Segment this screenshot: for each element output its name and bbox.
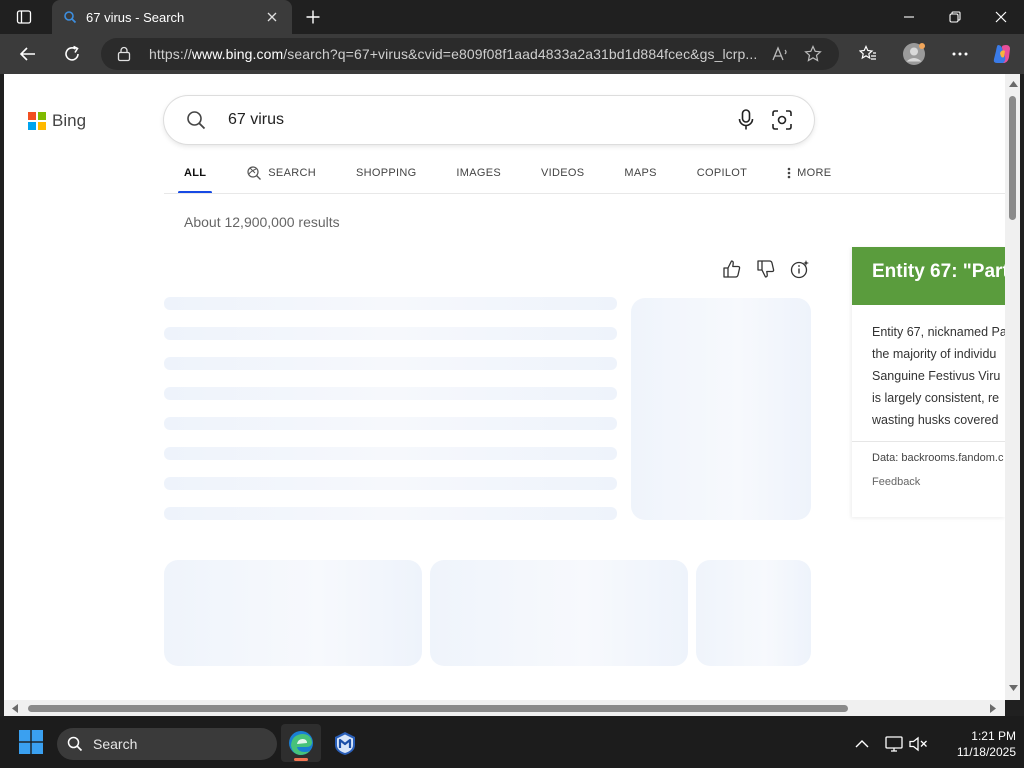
search-query-input[interactable]: 67 virus bbox=[228, 111, 728, 129]
visual-search-icon[interactable] bbox=[764, 102, 800, 138]
copilot-icon[interactable] bbox=[986, 38, 1018, 70]
tab-images[interactable]: IMAGES bbox=[436, 162, 521, 194]
skeleton-line bbox=[164, 297, 617, 310]
ai-feedback-icon[interactable] bbox=[788, 257, 812, 281]
tab-all[interactable]: ALL bbox=[164, 162, 226, 194]
new-tab-icon[interactable] bbox=[300, 5, 326, 29]
display-icon[interactable] bbox=[882, 732, 906, 756]
microsoft-logo-icon bbox=[28, 112, 46, 130]
tab-maps[interactable]: MAPS bbox=[604, 162, 676, 194]
search-nav-tabs: ALL SEARCH SHOPPING IMAGES VIDEOS MAPS C… bbox=[164, 162, 851, 194]
tab-more[interactable]: MORE bbox=[767, 162, 851, 194]
tab-shopping[interactable]: SHOPPING bbox=[336, 162, 436, 194]
skeleton-line bbox=[164, 507, 617, 520]
taskbar-search-label: Search bbox=[93, 736, 138, 752]
clock-date: 11/18/2025 bbox=[956, 745, 1016, 759]
vertical-scroll-thumb[interactable] bbox=[1009, 96, 1016, 220]
more-vertical-icon bbox=[787, 167, 791, 179]
favorites-icon[interactable] bbox=[852, 38, 884, 70]
close-window-icon[interactable] bbox=[978, 0, 1024, 34]
skeleton-line bbox=[164, 387, 617, 400]
read-aloud-icon[interactable] bbox=[765, 40, 797, 68]
title-bar: 67 virus - Search bbox=[0, 0, 1024, 34]
search-icon[interactable] bbox=[178, 102, 214, 138]
back-icon[interactable] bbox=[12, 38, 44, 70]
taskbar-search-icon bbox=[67, 736, 83, 752]
scroll-right-icon[interactable] bbox=[987, 702, 999, 714]
window-edge bbox=[1020, 74, 1024, 716]
refresh-icon[interactable] bbox=[56, 38, 88, 70]
lock-icon[interactable] bbox=[111, 44, 137, 64]
malwarebytes-taskbar-icon[interactable] bbox=[325, 724, 365, 762]
page-viewport: Bing 67 virus ALL SEARCH SHOPPING IMAGES… bbox=[4, 74, 1005, 700]
clock-time: 1:21 PM bbox=[971, 729, 1016, 743]
bing-logo[interactable]: Bing bbox=[28, 111, 86, 131]
horizontal-scroll-thumb[interactable] bbox=[28, 705, 848, 712]
skeleton-line bbox=[164, 357, 617, 370]
scroll-up-icon[interactable] bbox=[1007, 78, 1019, 90]
skeleton-line bbox=[164, 477, 617, 490]
edge-taskbar-icon[interactable] bbox=[281, 724, 321, 762]
nav-divider bbox=[164, 193, 1005, 194]
system-clock[interactable]: 1:21 PM 11/18/2025 bbox=[940, 728, 1016, 760]
browser-tab[interactable]: 67 virus - Search bbox=[52, 0, 292, 34]
results-count: About 12,900,000 results bbox=[184, 214, 340, 230]
skeleton-line bbox=[164, 417, 617, 430]
search-box[interactable]: 67 virus bbox=[164, 96, 814, 144]
browser-toolbar: https://www.bing.com/search?q=67+virus&c… bbox=[0, 34, 1024, 74]
url-text[interactable]: https://www.bing.com/search?q=67+virus&c… bbox=[149, 46, 765, 62]
thumbs-up-icon[interactable] bbox=[720, 257, 744, 281]
tab-actions-icon[interactable] bbox=[8, 6, 40, 28]
tab-search[interactable]: SEARCH bbox=[226, 162, 336, 194]
profile-avatar-icon[interactable] bbox=[898, 38, 930, 70]
skeleton-image bbox=[631, 298, 811, 520]
skeleton-line bbox=[164, 327, 617, 340]
address-bar[interactable]: https://www.bing.com/search?q=67+virus&c… bbox=[101, 38, 839, 70]
tab-title: 67 virus - Search bbox=[86, 9, 185, 25]
restore-icon[interactable] bbox=[932, 0, 978, 34]
scroll-down-icon[interactable] bbox=[1007, 682, 1019, 694]
search-sparkle-icon bbox=[246, 165, 262, 181]
scroll-left-icon[interactable] bbox=[9, 702, 21, 714]
entity-title[interactable]: Entity 67: "Part bbox=[852, 247, 1005, 305]
thumbs-down-icon[interactable] bbox=[754, 257, 778, 281]
horizontal-scrollbar[interactable] bbox=[4, 700, 1005, 716]
entity-feedback-link[interactable]: Feedback bbox=[852, 464, 1005, 488]
entity-description: Entity 67, nicknamed Pa the majority of … bbox=[872, 325, 1005, 427]
volume-muted-icon[interactable] bbox=[907, 732, 931, 756]
skeleton-card bbox=[430, 560, 688, 666]
show-hidden-icons-chevron-icon[interactable] bbox=[850, 732, 874, 756]
bing-logo-text: Bing bbox=[52, 111, 87, 130]
taskbar: Search 1:21 PM 11/18/2025 bbox=[0, 716, 1024, 768]
tab-videos[interactable]: VIDEOS bbox=[521, 162, 604, 194]
bing-favicon-icon bbox=[62, 9, 78, 25]
skeleton-card bbox=[164, 560, 422, 666]
taskbar-search[interactable]: Search bbox=[57, 728, 277, 760]
minimize-icon[interactable] bbox=[886, 0, 932, 34]
tab-close-icon[interactable] bbox=[262, 7, 282, 27]
more-options-icon[interactable] bbox=[944, 38, 976, 70]
skeleton-line bbox=[164, 447, 617, 460]
entity-source-link[interactable]: Data: backrooms.fandom.c bbox=[852, 442, 1005, 464]
result-feedback bbox=[720, 257, 812, 281]
entity-panel: Entity 67: "Part Entity 67, nicknamed Pa… bbox=[852, 247, 1005, 517]
windows-start-icon[interactable] bbox=[16, 728, 46, 756]
tab-copilot[interactable]: COPILOT bbox=[677, 162, 767, 194]
favorite-star-icon[interactable] bbox=[797, 40, 829, 68]
microphone-icon[interactable] bbox=[728, 102, 764, 138]
skeleton-card bbox=[696, 560, 811, 666]
edge-active-indicator bbox=[294, 758, 308, 761]
vertical-scrollbar[interactable] bbox=[1005, 74, 1020, 700]
